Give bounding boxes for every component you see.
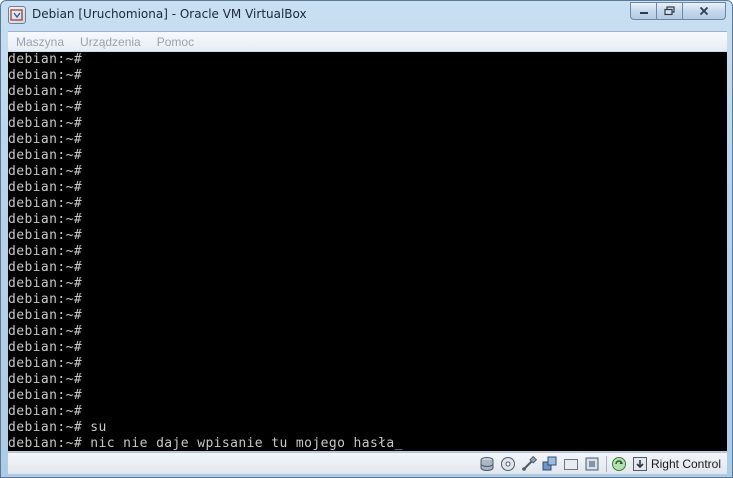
shared-folders-icon[interactable]	[562, 455, 580, 473]
status-bar: Right Control	[8, 452, 727, 474]
maximize-button[interactable]	[657, 2, 683, 20]
menu-bar: Maszyna Urządzenia Pomoc	[8, 31, 727, 51]
terminal-line: debian:~#	[8, 372, 83, 387]
terminal-line-current: debian:~# nic nie daje wpisanie tu mojeg…	[8, 436, 403, 451]
usb-icon[interactable]	[520, 455, 538, 473]
capture-icon[interactable]	[583, 455, 601, 473]
terminal-line: debian:~#	[8, 196, 83, 211]
terminal-line: debian:~#	[8, 276, 83, 291]
terminal-line: debian:~#	[8, 308, 83, 323]
virtualbox-window: Debian [Uruchomiona] - Oracle VM Virtual…	[0, 0, 733, 478]
virtualbox-app-icon[interactable]	[8, 6, 26, 24]
terminal-line: debian:~#	[8, 84, 83, 99]
network-icon[interactable]	[541, 455, 559, 473]
terminal-line: debian:~#	[8, 52, 83, 67]
minimize-button[interactable]	[630, 2, 657, 20]
window-title: Debian [Uruchomiona] - Oracle VM Virtual…	[32, 7, 307, 21]
terminal-line: debian:~#	[8, 100, 83, 115]
terminal-line: debian:~#	[8, 260, 83, 275]
close-icon	[699, 6, 709, 16]
keyboard-capture-icon[interactable]	[631, 455, 649, 473]
terminal-line: debian:~#	[8, 324, 83, 339]
mouse-integration-icon[interactable]	[610, 455, 628, 473]
restore-icon	[663, 6, 675, 16]
menu-item-maszyna[interactable]: Maszyna	[16, 35, 64, 49]
terminal-line: debian:~#	[8, 68, 83, 83]
close-button[interactable]	[683, 2, 726, 20]
title-bar[interactable]: Debian [Uruchomiona] - Oracle VM Virtual…	[1, 1, 732, 29]
optical-drive-icon[interactable]	[499, 455, 517, 473]
menu-item-pomoc[interactable]: Pomoc	[157, 35, 194, 49]
vm-display[interactable]: debian:~# debian:~# debian:~# debian:~# …	[8, 52, 727, 451]
terminal-line: debian:~#	[8, 292, 83, 307]
terminal-line: debian:~#	[8, 228, 83, 243]
terminal-line: debian:~#	[8, 340, 83, 355]
terminal-line: debian:~#	[8, 164, 83, 179]
terminal-line: debian:~#	[8, 388, 83, 403]
terminal-line: debian:~#	[8, 244, 83, 259]
terminal-line: debian:~#	[8, 212, 83, 227]
status-separator	[605, 456, 607, 472]
terminal-line: debian:~#	[8, 356, 83, 371]
terminal-line: debian:~# su	[8, 420, 107, 435]
hard-disk-icon[interactable]	[478, 455, 496, 473]
status-indicators: Right Control	[475, 455, 721, 473]
terminal-line: debian:~#	[8, 180, 83, 195]
caption-buttons	[630, 2, 726, 20]
host-key-label: Right Control	[650, 457, 721, 471]
terminal-line: debian:~#	[8, 404, 83, 419]
terminal-line: debian:~#	[8, 132, 83, 147]
terminal-line: debian:~#	[8, 116, 83, 131]
menu-item-urzadzenia[interactable]: Urządzenia	[80, 35, 141, 49]
terminal-line: debian:~#	[8, 148, 83, 163]
minimize-icon	[639, 12, 648, 14]
